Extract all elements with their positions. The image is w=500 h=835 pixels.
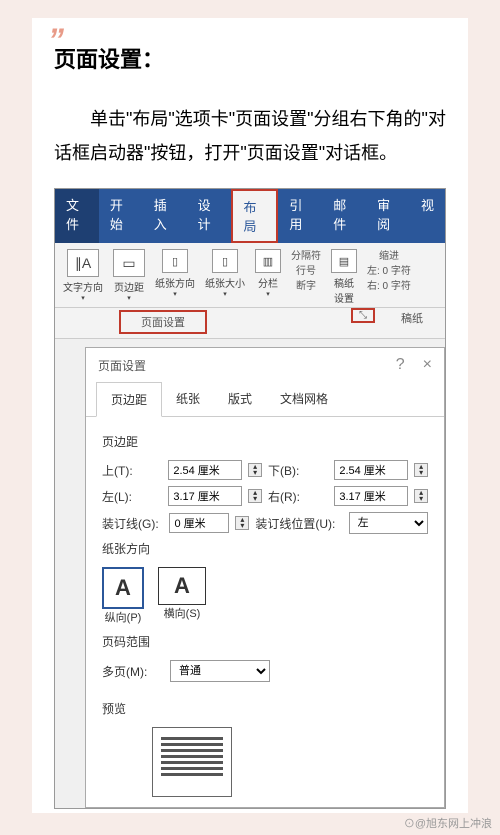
margins-label: 页边距: [114, 283, 144, 294]
gutterpos-select[interactable]: 左: [349, 512, 428, 534]
bottom-label: 下(B):: [268, 462, 328, 479]
landscape-option[interactable]: A 横向(S): [158, 567, 206, 625]
tab-mail[interactable]: 邮件: [322, 189, 366, 243]
pages-section: 页码范围: [102, 633, 428, 650]
portrait-option[interactable]: A 纵向(P): [102, 567, 144, 625]
orientation-label: 纸张方向: [155, 279, 195, 290]
ribbon-toolbar: ∥A 文字方向▾ ▭ 页边距▾ ▯ 纸张方向▾ ▯ 纸张大小▾ ▥ 分栏▾ 分隔…: [55, 243, 445, 308]
article-card: 页面设置： 单击"布局"选项卡"页面设置"分组右下角的"对话框启动器"按钮，打开…: [32, 18, 468, 813]
manuscript-group: 稿纸: [401, 310, 423, 326]
article-text: 单击"布局"选项卡"页面设置"分组右下角的"对话框启动器"按钮，打开"页面设置"…: [54, 102, 446, 170]
top-label: 上(T):: [102, 462, 162, 479]
preview-thumbnail: [152, 727, 232, 797]
right-spinner[interactable]: ▴▾: [414, 489, 428, 503]
dtab-margins[interactable]: 页边距: [96, 382, 162, 417]
gutter-spinner[interactable]: ▴▾: [235, 516, 249, 530]
manuscript-label: 稿纸 设置: [334, 279, 354, 305]
dialog-body: 页边距 上(T): ▴▾ 下(B): ▴▾ 左(L): ▴▾ 右(R): ▴▾: [86, 417, 444, 807]
tab-view[interactable]: 视: [410, 189, 445, 243]
dialog-titlebar: 页面设置 ? ×: [86, 348, 444, 382]
ribbon-group-bar: 页面设置 ⤡ 稿纸: [55, 308, 445, 339]
article-title: 页面设置：: [54, 42, 446, 74]
tool-breaks[interactable]: 分隔符: [291, 249, 321, 264]
bottom-spinner[interactable]: ▴▾: [414, 463, 428, 477]
tab-design[interactable]: 设计: [187, 189, 231, 243]
tool-indent: 缩进 左: 0 字符 右: 0 字符: [363, 249, 415, 305]
tab-file[interactable]: 文件: [55, 189, 99, 243]
tool-extras: 分隔符 行号 断字: [287, 249, 325, 305]
dialog-launcher[interactable]: ⤡: [351, 308, 375, 323]
tab-layout[interactable]: 布局: [231, 189, 279, 243]
dtab-grid[interactable]: 文档网格: [266, 382, 342, 416]
tool-margins[interactable]: ▭ 页边距▾: [109, 249, 149, 305]
multipage-select[interactable]: 普通: [170, 660, 270, 682]
right-label: 右(R):: [268, 488, 328, 505]
text-direction-label: 文字方向: [63, 283, 103, 294]
tool-hyphenation[interactable]: 断字: [291, 279, 321, 294]
columns-label: 分栏: [258, 279, 278, 290]
tool-line-numbers[interactable]: 行号: [291, 264, 321, 279]
dialog-title-text: 页面设置: [98, 357, 146, 374]
tab-review[interactable]: 审阅: [366, 189, 410, 243]
close-icon[interactable]: ×: [423, 356, 432, 374]
word-screenshot: 文件 开始 插入 设计 布局 引用 邮件 审阅 视 ∥A 文字方向▾ ▭ 页边距…: [54, 188, 446, 809]
dtab-paper[interactable]: 纸张: [162, 382, 214, 416]
indent-right[interactable]: 右: 0 字符: [367, 279, 411, 294]
watermark: ⊙@旭东网上冲浪: [404, 815, 492, 831]
landscape-label: 横向(S): [164, 608, 201, 620]
orientation-section: 纸张方向: [102, 540, 428, 557]
left-input[interactable]: [168, 486, 242, 506]
preview-section: 预览: [102, 700, 428, 717]
tab-references[interactable]: 引用: [278, 189, 322, 243]
tool-size[interactable]: ▯ 纸张大小▾: [201, 249, 249, 305]
gutterpos-label: 装订线位置(U):: [255, 515, 342, 532]
size-label: 纸张大小: [205, 279, 245, 290]
portrait-icon: A: [102, 567, 144, 609]
left-spinner[interactable]: ▴▾: [248, 489, 262, 503]
top-spinner[interactable]: ▴▾: [248, 463, 262, 477]
indent-left[interactable]: 左: 0 字符: [367, 264, 411, 279]
left-label: 左(L):: [102, 488, 162, 505]
portrait-label: 纵向(P): [105, 612, 142, 624]
dtab-layout[interactable]: 版式: [214, 382, 266, 416]
top-input[interactable]: [168, 460, 242, 480]
page-setup-dialog: 页面设置 ? × 页边距 纸张 版式 文档网格 页边距 上(T): ▴▾ 下(B…: [85, 347, 445, 808]
gutter-label: 装订线(G):: [102, 515, 163, 532]
tool-orientation[interactable]: ▯ 纸张方向▾: [151, 249, 199, 305]
right-input[interactable]: [334, 486, 408, 506]
bottom-input[interactable]: [334, 460, 408, 480]
tool-manuscript[interactable]: ▤ 稿纸 设置: [327, 249, 361, 305]
dialog-tabs: 页边距 纸张 版式 文档网格: [86, 382, 444, 417]
tool-columns[interactable]: ▥ 分栏▾: [251, 249, 285, 305]
help-icon[interactable]: ?: [396, 356, 405, 374]
tab-insert[interactable]: 插入: [143, 189, 187, 243]
quote-decoration: ”: [48, 22, 60, 59]
ribbon-tabs: 文件 开始 插入 设计 布局 引用 邮件 审阅 视: [55, 189, 445, 243]
tool-text-direction[interactable]: ∥A 文字方向▾: [59, 249, 107, 305]
multipage-label: 多页(M):: [102, 663, 164, 680]
tab-home[interactable]: 开始: [99, 189, 143, 243]
margins-section: 页边距: [102, 433, 428, 450]
page-setup-group: 页面设置: [119, 310, 207, 334]
indent-label: 缩进: [367, 249, 411, 264]
gutter-input[interactable]: [169, 513, 229, 533]
landscape-icon: A: [158, 567, 206, 605]
